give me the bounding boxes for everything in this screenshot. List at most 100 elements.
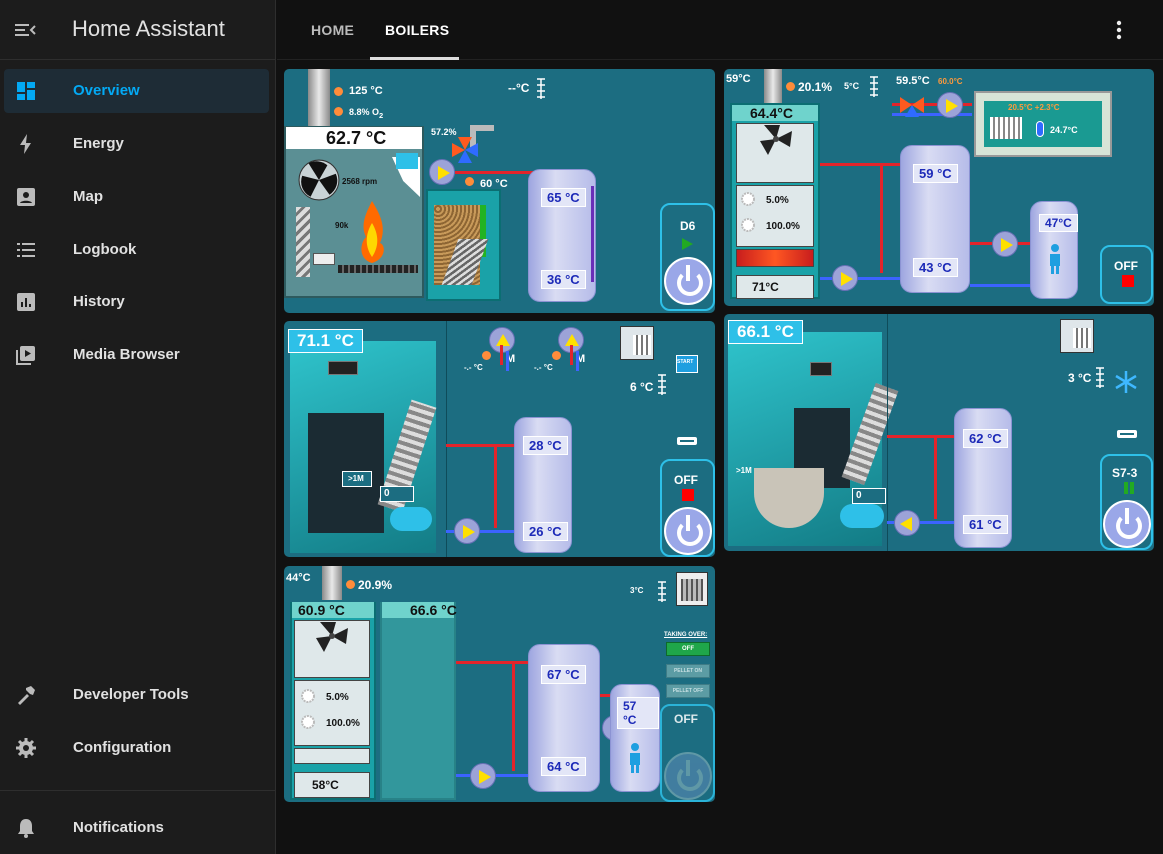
tap-person-icon <box>630 743 640 773</box>
fan-icon <box>298 159 340 201</box>
mix-temp: 59.5°C <box>896 75 930 87</box>
counter: 0 <box>384 488 390 499</box>
radiator-small-icon <box>537 78 545 99</box>
hammer-icon <box>18 686 35 705</box>
sidebar-item-energy[interactable]: Energy <box>4 122 269 166</box>
display-panel <box>810 362 832 376</box>
bell-icon <box>18 819 34 838</box>
play-status-icon <box>682 238 693 250</box>
gear-icon <box>16 738 36 758</box>
supply-pipe <box>512 661 515 771</box>
supply-pipe <box>934 435 937 519</box>
sidebar-item-label: History <box>73 293 125 310</box>
pump-icon <box>894 510 920 536</box>
return-temp: 58°C <box>312 778 339 792</box>
taking-over-label: TAKING OVER: <box>664 632 708 638</box>
outdoor-temp: --°C <box>508 81 530 95</box>
control-panel: OFF <box>1100 245 1153 304</box>
lightning-icon <box>20 134 31 154</box>
fan-gear-icon <box>301 689 315 703</box>
takeover-off-button[interactable]: OFF <box>666 642 710 656</box>
display-panel <box>328 361 358 375</box>
boiler-temp: 64.4°C <box>750 105 793 121</box>
fire-label: 90k <box>335 221 349 230</box>
room-thermostat[interactable]: 20.5°C +2.3°C 24.7°C <box>974 91 1112 157</box>
control-panel: D6 <box>660 203 715 311</box>
mixing-valve-icon[interactable] <box>900 93 924 117</box>
power-button[interactable] <box>664 752 712 800</box>
boiler-temp: 71.1 °C <box>288 329 363 353</box>
tab-home[interactable]: HOME <box>311 22 354 38</box>
outdoor-temp: 5°C <box>844 81 860 91</box>
mixing-valve-icon[interactable] <box>452 137 478 163</box>
pump-icon <box>470 763 496 789</box>
radiator-icon[interactable] <box>676 572 708 606</box>
sidebar-item-map[interactable]: Map <box>4 175 269 219</box>
dhw-heater-icon[interactable] <box>1060 319 1094 353</box>
more-options-icon[interactable] <box>1109 18 1129 42</box>
power-button[interactable] <box>664 507 712 555</box>
sidebar-item-label: Notifications <box>73 819 164 836</box>
pellet-on-button[interactable]: PELLET ON <box>666 664 710 678</box>
supply-temp: 60 °C <box>480 178 508 190</box>
fan-rpm: 2568 rpm <box>342 177 378 186</box>
outdoor-temp: 3°C <box>630 586 644 595</box>
boiler2-temp: 66.6 °C <box>410 602 457 618</box>
boiler-temp: 66.1 °C <box>728 320 803 344</box>
sidebar-item-logbook[interactable]: Logbook <box>4 228 269 272</box>
fan-gear-icon <box>741 192 755 206</box>
list-icon <box>17 243 35 257</box>
mix-pipe <box>506 351 509 371</box>
fire-indicator <box>294 748 370 764</box>
sidebar-item-label: Logbook <box>73 241 137 258</box>
tank-bottom-temp: 61 °C <box>963 515 1008 534</box>
o2-level: 20.9% <box>358 578 393 592</box>
radiator-icon <box>1073 328 1091 348</box>
sidebar-item-notifications[interactable]: Notifications <box>4 806 269 850</box>
sensor-dot <box>465 177 474 186</box>
divider <box>446 321 447 557</box>
dhw-heater-icon[interactable] <box>620 326 654 360</box>
fire-indicator <box>736 249 814 267</box>
dhw-tank: 57 °C <box>610 684 660 792</box>
status-label: OFF <box>674 712 698 726</box>
pump-icon <box>429 159 455 185</box>
fan-icon <box>316 622 348 652</box>
chimney <box>308 69 330 127</box>
supply-pipe <box>887 435 957 438</box>
control-panel: S7-3 <box>1100 454 1153 550</box>
tank-bottom-temp: 64 °C <box>541 757 586 776</box>
boiler-temp: 62.7 °C <box>326 128 387 148</box>
supply-pipe <box>446 444 516 447</box>
tank-bottom-temp: 36 °C <box>541 270 586 289</box>
sidebar-item-overview[interactable]: Overview <box>4 69 269 113</box>
room-temp: 24.7°C <box>1050 125 1078 135</box>
menu-collapse-icon[interactable] <box>12 18 38 42</box>
chart-box-icon <box>17 293 35 311</box>
sidebar-item-history[interactable]: History <box>4 280 269 324</box>
sensor-dot <box>346 580 355 589</box>
mix-pipe <box>500 345 503 365</box>
sidebar-item-media-browser[interactable]: Media Browser <box>4 333 269 377</box>
o2-level: 20.1% <box>798 80 833 94</box>
mix-setpoint: 60.0°C <box>938 77 963 86</box>
auger-feeder <box>296 207 310 277</box>
counter: 0 <box>856 490 862 501</box>
rank: >1M <box>736 466 752 475</box>
tank-top-temp: 65 °C <box>541 188 586 207</box>
power-button[interactable] <box>1103 500 1151 548</box>
outdoor-temp: 3 °C <box>1068 371 1092 385</box>
tank-probe <box>591 186 594 282</box>
power-button[interactable] <box>664 257 712 305</box>
mode-label: S7-3 <box>1112 466 1138 480</box>
tank-bottom-temp: 26 °C <box>523 522 568 541</box>
pellet-off-button[interactable]: PELLET OFF <box>666 684 710 698</box>
outdoor-temp: 6 °C <box>630 380 654 394</box>
return-temp: 71°C <box>752 280 779 294</box>
tab-boilers[interactable]: BOILERS <box>385 22 449 38</box>
control-panel: OFF <box>660 704 715 802</box>
sidebar-item-configuration[interactable]: Configuration <box>4 726 269 770</box>
pump-percent: 100.0% <box>766 221 800 232</box>
active-tab-indicator <box>370 57 459 60</box>
sidebar-item-developer-tools[interactable]: Developer Tools <box>4 673 269 717</box>
